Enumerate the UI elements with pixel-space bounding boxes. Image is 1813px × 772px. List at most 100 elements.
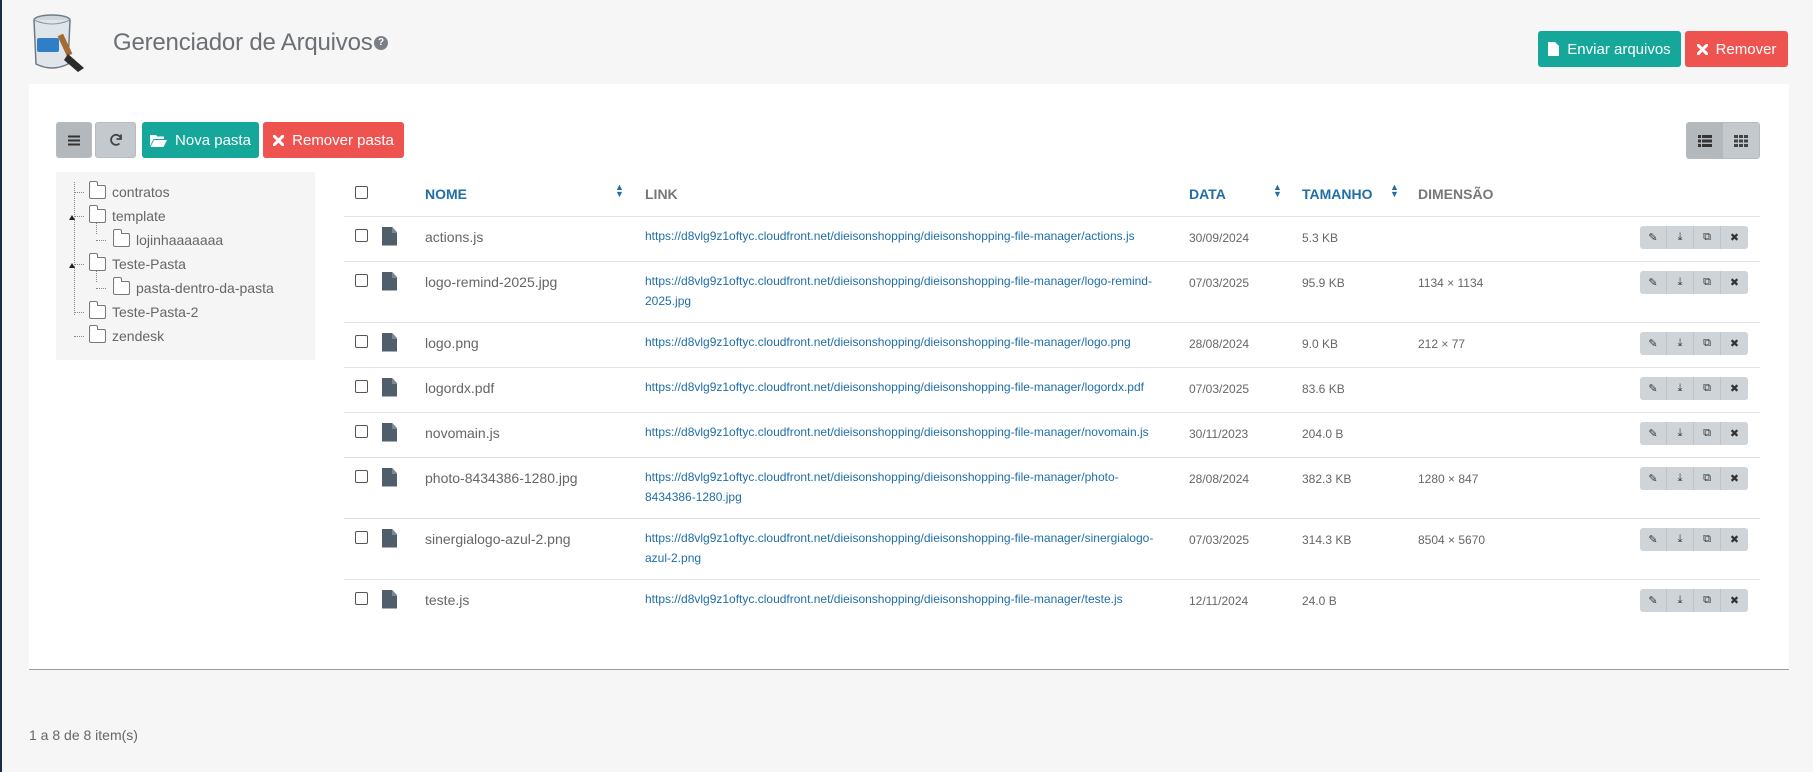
tree-folder-zendesk[interactable]: zendesk xyxy=(88,325,164,346)
tree-folder-contratos[interactable]: contratos xyxy=(88,181,170,202)
file-name[interactable]: logordx.pdf xyxy=(425,367,645,413)
tree-folder-pasta-dentro-da-pasta[interactable]: pasta-dentro-da-pasta xyxy=(112,277,274,298)
copy-icon: ⧉ xyxy=(1703,230,1711,243)
row-checkbox-cell xyxy=(344,367,382,413)
delete-file-button[interactable]: ✖ xyxy=(1721,331,1748,355)
file-size: 24.0 B xyxy=(1302,593,1337,608)
file-link[interactable]: https://d8vlg9z1oftyc.cloudfront.net/die… xyxy=(645,579,1189,624)
file-link[interactable]: https://d8vlg9z1oftyc.cloudfront.net/die… xyxy=(645,216,1189,262)
delete-file-button[interactable]: ✖ xyxy=(1721,421,1748,445)
remove-button[interactable]: Remover xyxy=(1685,31,1788,67)
file-date: 07/03/2025 xyxy=(1189,367,1302,413)
remove-folder-button[interactable]: Remover pasta xyxy=(263,122,404,158)
times-icon: ✖ xyxy=(1729,231,1740,244)
tree-folder-teste-pasta-2[interactable]: Teste-Pasta-2 xyxy=(88,301,198,322)
delete-file-button[interactable]: ✖ xyxy=(1721,588,1748,612)
row-checkbox[interactable] xyxy=(355,228,368,242)
file-name[interactable]: logo-remind-2025.jpg xyxy=(425,261,645,323)
size-column-header[interactable]: TAMANHO ▲ ▼ xyxy=(1302,172,1418,217)
pencil-icon: ✎ xyxy=(1648,231,1658,244)
row-actions: ✎ ⤓ ⧉ ✖ xyxy=(1640,331,1748,355)
delete-file-button[interactable]: ✖ xyxy=(1721,466,1748,490)
rename-button[interactable]: ✎ xyxy=(1640,270,1667,294)
row-actions-cell: ✎ ⤓ ⧉ ✖ xyxy=(1568,579,1760,624)
download-button[interactable]: ⤓ xyxy=(1667,270,1694,294)
download-button[interactable]: ⤓ xyxy=(1667,527,1694,551)
file-dimension: 1280 × 847 xyxy=(1418,457,1568,519)
tree-folder-label: template xyxy=(112,208,166,224)
file-link[interactable]: https://d8vlg9z1oftyc.cloudfront.net/die… xyxy=(645,367,1189,413)
copy-link-button[interactable]: ⧉ xyxy=(1694,466,1721,490)
download-icon: ⤓ xyxy=(1677,471,1683,484)
rename-button[interactable]: ✎ xyxy=(1640,421,1667,445)
row-checkbox[interactable] xyxy=(355,469,368,483)
delete-file-button[interactable]: ✖ xyxy=(1721,270,1748,294)
download-button[interactable]: ⤓ xyxy=(1667,588,1694,612)
copy-link-button[interactable]: ⧉ xyxy=(1694,421,1721,445)
pencil-icon: ✎ xyxy=(1648,337,1658,350)
row-checkbox[interactable] xyxy=(355,334,368,348)
copy-link-button[interactable]: ⧉ xyxy=(1694,225,1721,249)
file-name[interactable]: sinergialogo-azul-2.png xyxy=(425,518,645,580)
rename-button[interactable]: ✎ xyxy=(1640,376,1667,400)
copy-link-button[interactable]: ⧉ xyxy=(1694,527,1721,551)
upload-files-button[interactable]: Enviar arquivos xyxy=(1538,31,1681,67)
row-actions-cell: ✎ ⤓ ⧉ ✖ xyxy=(1568,216,1760,262)
file-dimension xyxy=(1418,412,1568,458)
row-checkbox[interactable] xyxy=(355,424,368,438)
file-name[interactable]: novomain.js xyxy=(425,412,645,458)
file-name[interactable]: logo.png xyxy=(425,322,645,368)
download-button[interactable]: ⤓ xyxy=(1667,466,1694,490)
table-row: novomain.js https://d8vlg9z1oftyc.cloudf… xyxy=(344,412,1760,458)
row-actions-cell: ✎ ⤓ ⧉ ✖ xyxy=(1568,367,1760,413)
grid-view-button[interactable] xyxy=(1723,123,1759,158)
file-date: 28/08/2024 xyxy=(1189,322,1302,368)
download-button[interactable]: ⤓ xyxy=(1667,421,1694,445)
row-checkbox[interactable] xyxy=(355,591,368,605)
download-icon: ⤓ xyxy=(1677,336,1683,349)
row-icon-cell xyxy=(382,457,425,519)
actions-column-header xyxy=(1568,172,1760,217)
file-link[interactable]: https://d8vlg9z1oftyc.cloudfront.net/die… xyxy=(645,322,1189,368)
question-circle-icon[interactable]: ? xyxy=(374,36,388,50)
tree-folder-template[interactable]: template xyxy=(88,205,166,226)
copy-link-button[interactable]: ⧉ xyxy=(1694,376,1721,400)
delete-file-button[interactable]: ✖ xyxy=(1721,376,1748,400)
file-link[interactable]: https://d8vlg9z1oftyc.cloudfront.net/die… xyxy=(645,457,1189,519)
refresh-button[interactable] xyxy=(95,122,136,158)
delete-file-button[interactable]: ✖ xyxy=(1721,225,1748,249)
copy-link-button[interactable]: ⧉ xyxy=(1694,270,1721,294)
file-name[interactable]: teste.js xyxy=(425,579,645,624)
list-view-button[interactable] xyxy=(1687,123,1723,158)
file-name[interactable]: actions.js xyxy=(425,216,645,262)
row-checkbox[interactable] xyxy=(355,379,368,393)
tree-folder-lojinhaaaaaaa[interactable]: lojinhaaaaaaa xyxy=(112,229,223,250)
name-column-header[interactable]: NOME ▲ ▼ xyxy=(425,172,645,217)
file-link[interactable]: https://d8vlg9z1oftyc.cloudfront.net/die… xyxy=(645,412,1189,458)
copy-link-button[interactable]: ⧉ xyxy=(1694,331,1721,355)
refresh-icon xyxy=(109,133,122,146)
rename-button[interactable]: ✎ xyxy=(1640,331,1667,355)
rename-button[interactable]: ✎ xyxy=(1640,588,1667,612)
row-checkbox[interactable] xyxy=(355,273,368,287)
new-folder-button[interactable]: Nova pasta xyxy=(142,122,259,158)
copy-link-button[interactable]: ⧉ xyxy=(1694,588,1721,612)
tree-folder-teste-pasta[interactable]: Teste-Pasta xyxy=(88,253,186,274)
rename-button[interactable]: ✎ xyxy=(1640,466,1667,490)
row-icon-cell xyxy=(382,216,425,262)
download-button[interactable]: ⤓ xyxy=(1667,331,1694,355)
tree-toggle-button[interactable] xyxy=(56,122,92,158)
sort-icon: ▲ ▼ xyxy=(615,182,624,199)
file-link[interactable]: https://d8vlg9z1oftyc.cloudfront.net/die… xyxy=(645,518,1189,580)
date-column-header[interactable]: DATA ▲ ▼ xyxy=(1189,172,1302,217)
delete-file-button[interactable]: ✖ xyxy=(1721,527,1748,551)
file-link[interactable]: https://d8vlg9z1oftyc.cloudfront.net/die… xyxy=(645,261,1189,323)
rename-button[interactable]: ✎ xyxy=(1640,527,1667,551)
download-icon: ⤓ xyxy=(1677,275,1683,288)
rename-button[interactable]: ✎ xyxy=(1640,225,1667,249)
file-name[interactable]: photo-8434386-1280.jpg xyxy=(425,457,645,519)
select-all-checkbox[interactable] xyxy=(355,185,368,199)
row-checkbox[interactable] xyxy=(355,530,368,544)
download-button[interactable]: ⤓ xyxy=(1667,225,1694,249)
download-button[interactable]: ⤓ xyxy=(1667,376,1694,400)
